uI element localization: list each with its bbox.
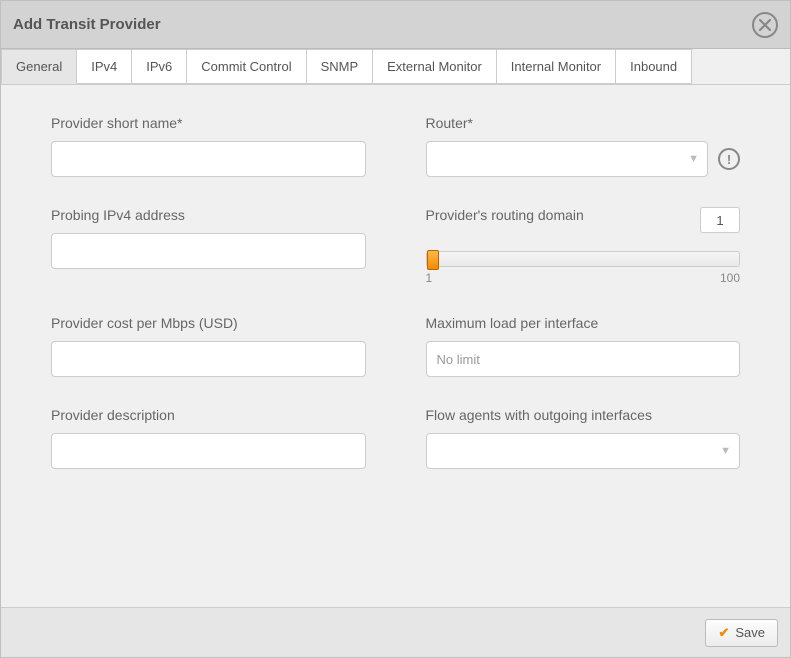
- save-button-label: Save: [735, 625, 765, 640]
- slider-handle[interactable]: [427, 250, 439, 270]
- tab-inbound[interactable]: Inbound: [616, 49, 692, 84]
- probing-ipv4-label: Probing IPv4 address: [51, 207, 366, 223]
- flow-agents-select[interactable]: ▼: [426, 433, 741, 469]
- cost-label: Provider cost per Mbps (USD): [51, 315, 366, 331]
- routing-domain-input[interactable]: [700, 207, 740, 233]
- tab-ipv6[interactable]: IPv6: [132, 49, 187, 84]
- dialog: Add Transit Provider GeneralIPv4IPv6Comm…: [0, 0, 791, 658]
- max-load-label: Maximum load per interface: [426, 315, 741, 331]
- router-select[interactable]: ▼: [426, 141, 709, 177]
- probing-ipv4-input[interactable]: [51, 233, 366, 269]
- slider-min-label: 1: [426, 271, 433, 285]
- flow-agents-label: Flow agents with outgoing interfaces: [426, 407, 741, 423]
- tab-external-monitor[interactable]: External Monitor: [373, 49, 497, 84]
- description-label: Provider description: [51, 407, 366, 423]
- tab-snmp[interactable]: SNMP: [307, 49, 374, 84]
- save-button[interactable]: ✔ Save: [705, 619, 778, 647]
- tab-general[interactable]: General: [1, 49, 77, 84]
- check-icon: ✔: [718, 625, 729, 641]
- description-input[interactable]: [51, 433, 366, 469]
- close-button[interactable]: [752, 12, 778, 38]
- dialog-footer: ✔ Save: [1, 607, 790, 657]
- chevron-down-icon: ▼: [688, 153, 699, 165]
- slider-max-label: 100: [720, 271, 740, 285]
- chevron-down-icon: ▼: [720, 445, 731, 457]
- warning-icon[interactable]: !: [718, 148, 740, 170]
- routing-domain-slider[interactable]: [426, 251, 741, 267]
- cost-input[interactable]: [51, 341, 366, 377]
- tab-bar: GeneralIPv4IPv6Commit ControlSNMPExterna…: [1, 49, 790, 85]
- tab-internal-monitor[interactable]: Internal Monitor: [497, 49, 616, 84]
- routing-domain-label: Provider's routing domain: [426, 207, 584, 223]
- short-name-label: Provider short name*: [51, 115, 366, 131]
- dialog-header: Add Transit Provider: [1, 1, 790, 49]
- router-label: Router*: [426, 115, 741, 131]
- close-icon: [759, 19, 771, 31]
- tab-commit-control[interactable]: Commit Control: [187, 49, 306, 84]
- content-area: Provider short name* Router* ▼ ! Probing…: [1, 85, 790, 607]
- dialog-title: Add Transit Provider: [13, 16, 161, 33]
- short-name-input[interactable]: [51, 141, 366, 177]
- max-load-input[interactable]: [426, 341, 741, 377]
- tab-ipv4[interactable]: IPv4: [77, 49, 132, 84]
